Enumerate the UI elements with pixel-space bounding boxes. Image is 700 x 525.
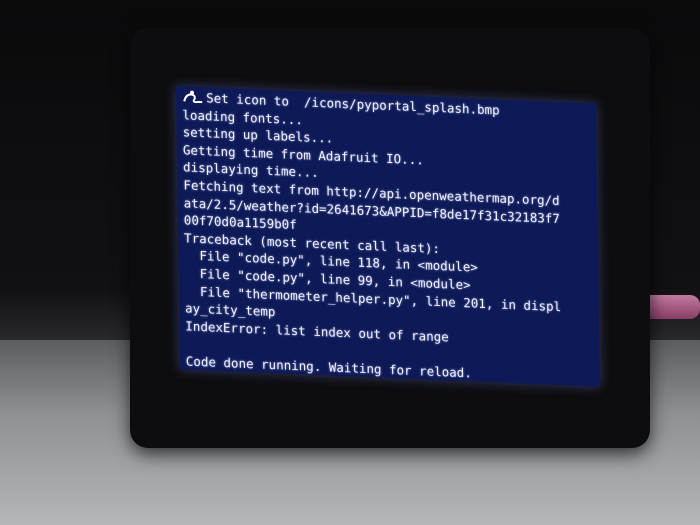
device-screen: Set icon to /icons/pyportal_splash.bmp l… [176,86,600,387]
blinka-snake-icon [182,89,204,104]
serial-console: Set icon to /icons/pyportal_splash.bmp l… [182,88,596,387]
